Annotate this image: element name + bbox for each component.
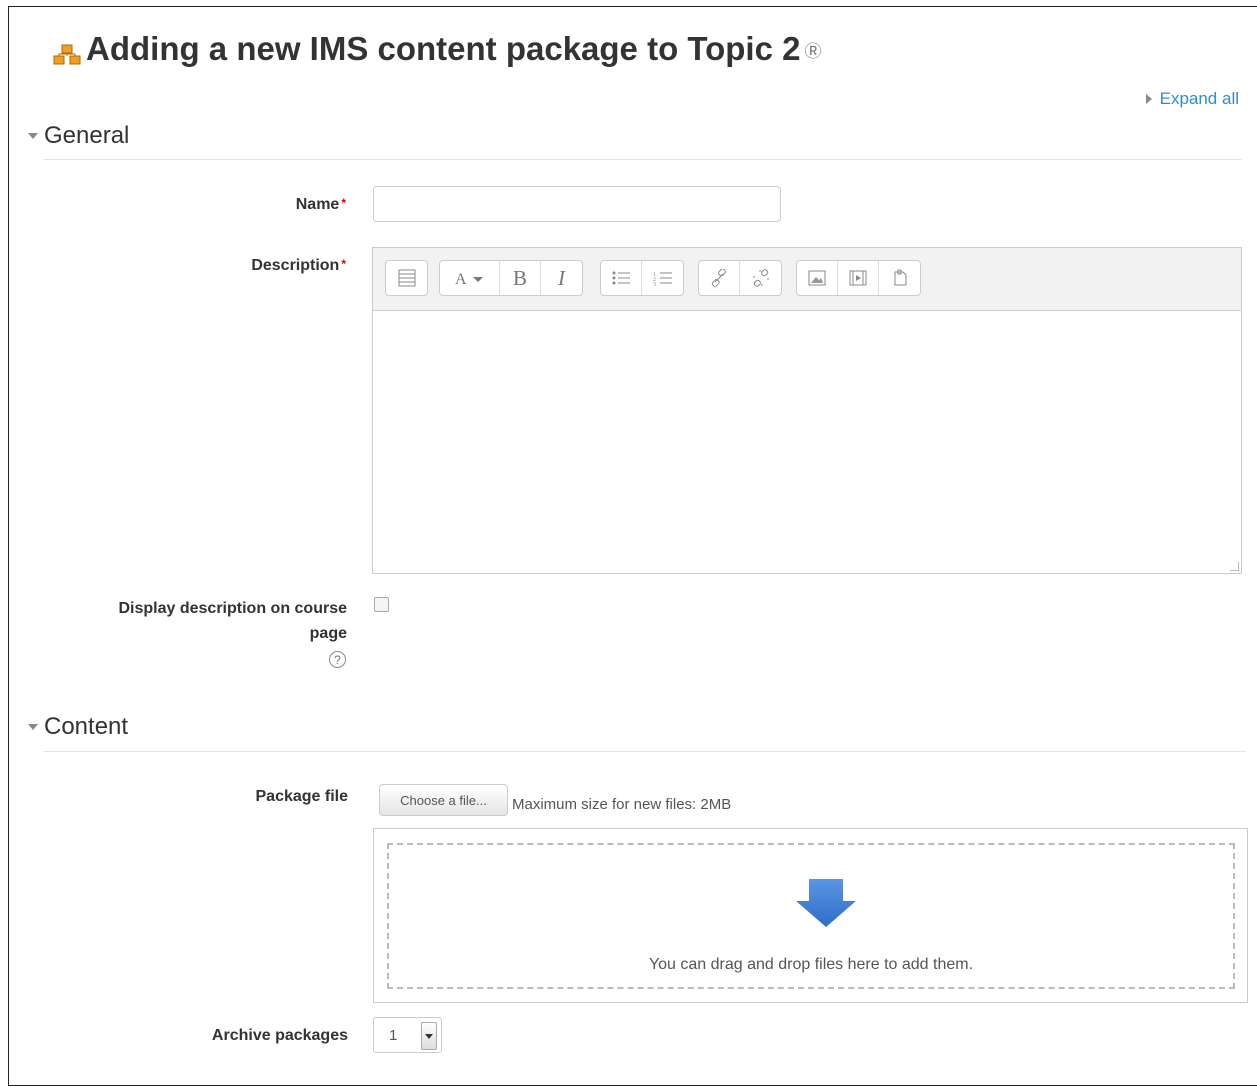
file-dropzone-container: You can drag and drop files here to add …: [373, 828, 1248, 1003]
collapse-caret-icon: [28, 133, 38, 139]
archive-packages-select[interactable]: 1: [373, 1017, 442, 1053]
toolbar-group: [796, 260, 921, 296]
archive-packages-value: 1: [389, 1027, 398, 1044]
ims-package-icon: [52, 37, 82, 65]
chevron-down-icon[interactable]: [421, 1022, 437, 1050]
description-label: Description *: [150, 257, 346, 275]
help-icon[interactable]: ?: [329, 651, 346, 668]
name-input[interactable]: [373, 186, 781, 222]
editor-toolbar: A B I 123: [373, 248, 1241, 311]
toolbar-group: 123: [600, 260, 684, 296]
svg-text:A: A: [455, 271, 467, 287]
display-description-label-line2: page: [309, 625, 347, 642]
resize-grip-icon[interactable]: [1230, 562, 1239, 571]
name-label: Name *: [200, 196, 346, 214]
manage-files-icon[interactable]: [879, 261, 920, 295]
section-general-header[interactable]: General: [28, 122, 129, 150]
download-arrow-icon: [795, 879, 857, 934]
section-content-header[interactable]: Content: [28, 713, 128, 741]
expand-triangle-icon: [1145, 94, 1152, 104]
required-marker: *: [341, 196, 346, 210]
name-label-text: Name: [295, 196, 340, 213]
section-content-label: Content: [44, 713, 129, 740]
italic-icon[interactable]: I: [541, 261, 582, 295]
required-marker: *: [341, 257, 346, 271]
help-icon[interactable]: Ⓡ: [804, 37, 821, 62]
page-title: Adding a new IMS content package to Topi…: [52, 30, 821, 68]
package-file-label: Package file: [255, 788, 349, 805]
file-dropzone[interactable]: You can drag and drop files here to add …: [387, 843, 1235, 989]
ordered-list-icon[interactable]: 123: [642, 261, 683, 295]
archive-packages-label: Archive packages: [211, 1027, 348, 1044]
media-icon[interactable]: [838, 261, 879, 295]
expand-all-label: Expand all: [1159, 89, 1239, 108]
section-divider: [44, 159, 1242, 160]
link-icon[interactable]: [699, 261, 740, 295]
description-label-text: Description: [251, 257, 340, 274]
section-divider: [44, 751, 1246, 752]
collapse-caret-icon: [28, 724, 38, 730]
toolbar-group: [385, 260, 428, 296]
image-icon[interactable]: [797, 261, 838, 295]
max-size-text: Maximum size for new files: 2MB: [512, 796, 732, 813]
choose-file-button[interactable]: Choose a file...: [379, 784, 508, 816]
font-style-icon[interactable]: A: [440, 261, 500, 295]
bold-icon[interactable]: B: [500, 261, 541, 295]
dropzone-text: You can drag and drop files here to add …: [648, 956, 974, 973]
expand-all-link[interactable]: Expand all: [1145, 89, 1239, 109]
display-description-label-line1: Display description on course: [118, 600, 348, 617]
toolbar-group: [698, 260, 782, 296]
display-description-label: Display description on course page: [60, 596, 348, 646]
unordered-list-icon[interactable]: [601, 261, 642, 295]
svg-text:3: 3: [653, 282, 656, 287]
toggle-toolbar-icon[interactable]: [386, 261, 427, 295]
toolbar-group: A B I: [439, 260, 583, 296]
display-description-checkbox[interactable]: [374, 597, 389, 612]
unlink-icon[interactable]: [740, 261, 781, 295]
page-title-text: Adding a new IMS content package to Topi…: [86, 30, 801, 67]
section-general-label: General: [44, 122, 130, 149]
description-editor[interactable]: A B I 123: [372, 247, 1242, 574]
